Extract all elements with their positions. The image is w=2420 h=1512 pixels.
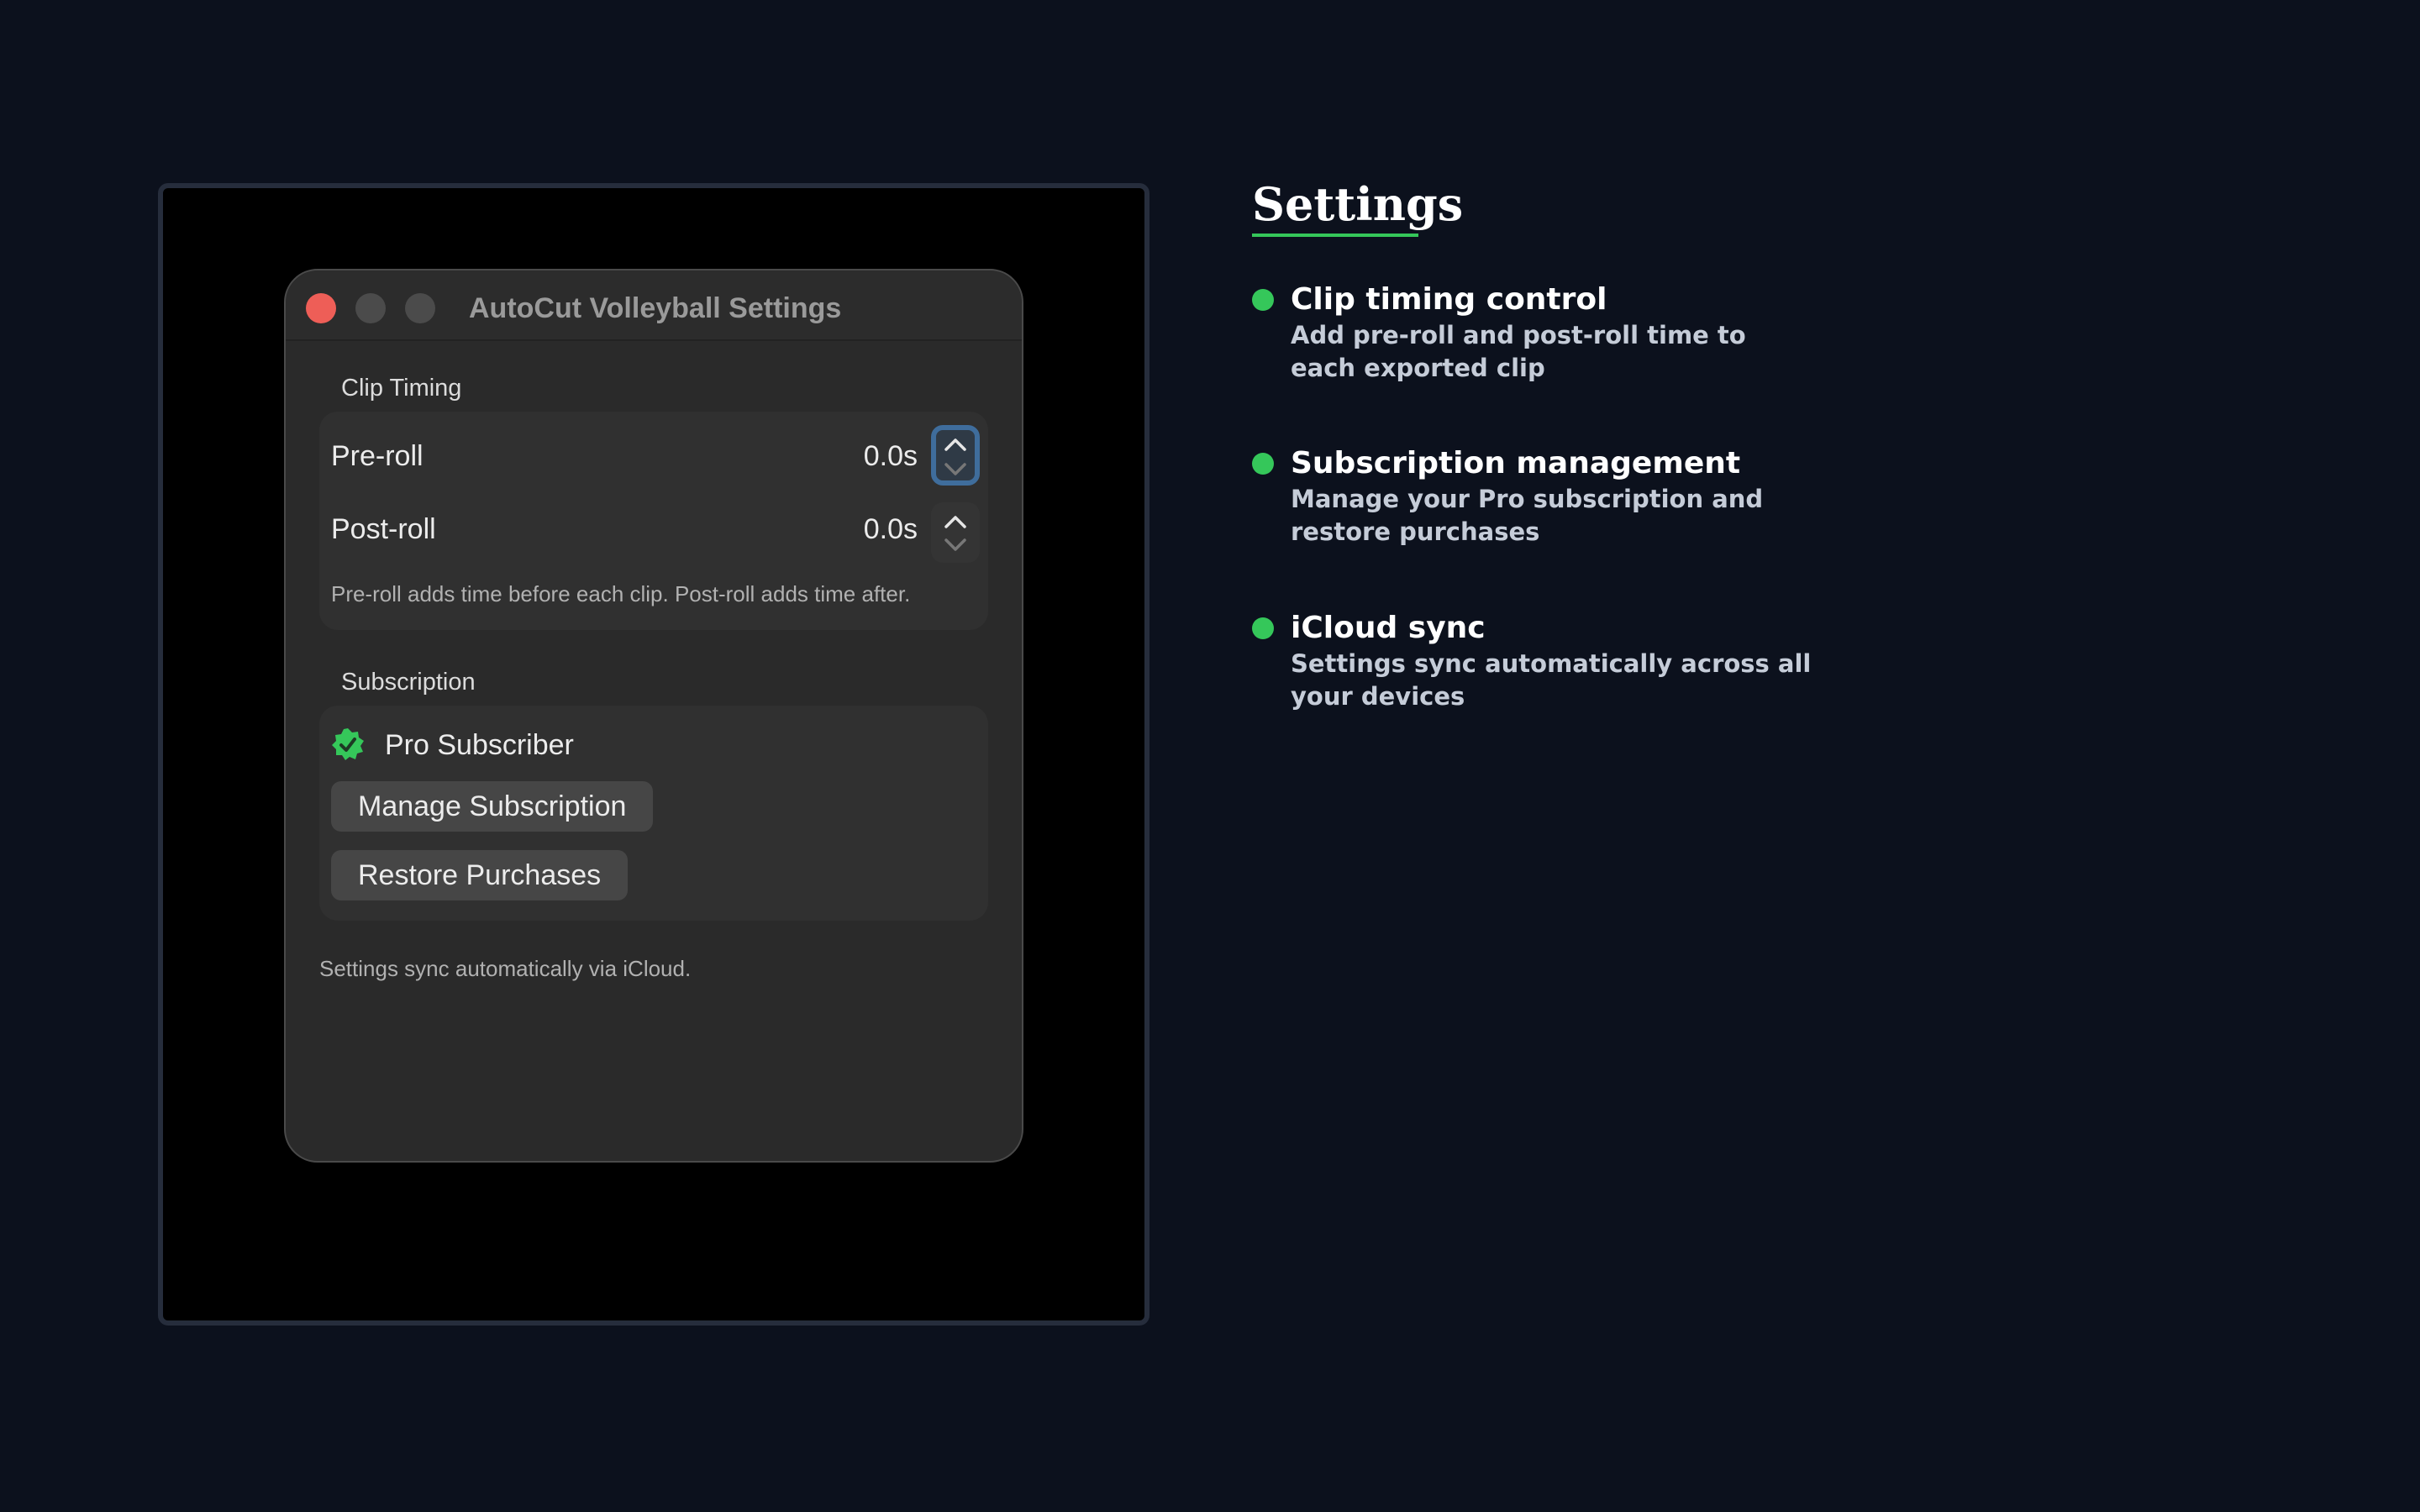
- settings-window: AutoCut Volleyball Settings Clip Timing …: [284, 269, 1023, 1163]
- chevron-up-icon[interactable]: [943, 437, 968, 452]
- feature-title: iCloud sync: [1291, 611, 1486, 645]
- minimize-window-button[interactable]: [355, 293, 386, 323]
- pre-roll-label: Pre-roll: [331, 440, 424, 472]
- feature-item: iCloud sync Settings sync automatically …: [1252, 609, 1840, 718]
- clip-timing-helper-text: Pre-roll adds time before each clip. Pos…: [331, 581, 911, 606]
- clip-timing-group: Pre-roll 0.0s Post-roll 0.0s Pre-roll ad…: [319, 412, 988, 630]
- clip-timing-section-label: Clip Timing: [341, 375, 462, 402]
- post-roll-value: 0.0s: [863, 513, 918, 545]
- pre-roll-value: 0.0s: [863, 440, 918, 472]
- feature-item: Subscription management Manage your Pro …: [1252, 444, 1840, 554]
- feature-description: Manage your Pro subscription and restore…: [1291, 485, 1764, 546]
- feature-description: Settings sync automatically across all y…: [1291, 649, 1812, 711]
- post-roll-label: Post-roll: [331, 513, 436, 545]
- title-bar: AutoCut Volleyball Settings: [286, 270, 1022, 341]
- pre-roll-stepper[interactable]: [931, 425, 980, 486]
- subscription-status: Pro Subscriber: [385, 729, 574, 761]
- manage-subscription-button[interactable]: Manage Subscription: [331, 781, 654, 832]
- post-roll-stepper[interactable]: [931, 502, 980, 563]
- panel-title: Settings: [1252, 177, 1464, 231]
- bullet-dot-icon: [1252, 289, 1274, 311]
- chevron-down-icon[interactable]: [943, 538, 968, 553]
- feature-title: Clip timing control: [1291, 282, 1607, 317]
- feature-title: Subscription management: [1291, 446, 1741, 480]
- verified-badge-icon: [332, 728, 364, 760]
- subscription-group: Pro Subscriber Manage Subscription Resto…: [319, 706, 988, 921]
- bullet-dot-icon: [1252, 617, 1274, 639]
- bullet-dot-icon: [1252, 453, 1274, 475]
- chevron-up-icon[interactable]: [943, 514, 968, 529]
- feature-item: Clip timing control Add pre-roll and pos…: [1252, 281, 1840, 390]
- icloud-sync-note: Settings sync automatically via iCloud.: [319, 956, 692, 981]
- close-window-button[interactable]: [306, 293, 336, 323]
- subscription-section-label: Subscription: [341, 669, 476, 696]
- title-underline: [1252, 234, 1418, 237]
- feature-description: Add pre-roll and post-roll time to each …: [1291, 321, 1746, 382]
- zoom-window-button[interactable]: [405, 293, 435, 323]
- chevron-down-icon[interactable]: [943, 462, 968, 477]
- window-title: AutoCut Volleyball Settings: [469, 292, 842, 324]
- restore-purchases-button[interactable]: Restore Purchases: [331, 850, 629, 900]
